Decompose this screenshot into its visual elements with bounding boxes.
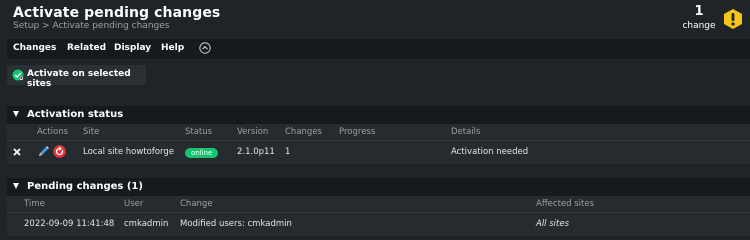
chevron-up-icon[interactable]	[199, 42, 211, 54]
column-site: Site	[83, 127, 100, 137]
change-user: cmkadmin	[124, 219, 169, 229]
collapse-triangle-icon[interactable]	[13, 183, 19, 189]
site-changes-count: 1	[285, 147, 291, 157]
header-separator	[7, 140, 750, 141]
edit-pencil-icon[interactable]	[37, 145, 50, 158]
column-progress: Progress	[339, 127, 376, 137]
menu-changes[interactable]: Changes	[13, 43, 56, 53]
collapse-triangle-icon[interactable]	[13, 111, 19, 117]
site-version: 2.1.0p11	[237, 147, 275, 157]
change-time: 2022-09-09 11:41:48	[24, 219, 115, 229]
activation-status-title: Activation status	[27, 109, 124, 120]
activate-icon	[12, 69, 24, 81]
menu-display[interactable]: Display	[114, 43, 151, 53]
column-status: Status	[185, 127, 213, 137]
page-title: Activate pending changes	[13, 5, 221, 21]
column-details: Details	[451, 127, 481, 137]
change-description: Modified users: cmkadmin	[180, 219, 292, 229]
activation-status-header[interactable]: Activation status	[7, 106, 750, 124]
breadcrumb[interactable]: Setup > Activate pending changes	[13, 21, 169, 31]
activation-status-table	[7, 124, 750, 164]
pending-change-label[interactable]: change	[680, 21, 718, 31]
title-bar: Activate pending changes Setup > Activat…	[0, 0, 750, 38]
menu-help[interactable]: Help	[161, 43, 184, 53]
menu-related[interactable]: Related	[67, 43, 106, 53]
column-user: User	[124, 199, 144, 209]
site-name: Local site howtoforge	[83, 147, 175, 157]
column-time: Time	[24, 199, 45, 209]
column-version: Version	[237, 127, 269, 137]
column-change: Change	[180, 199, 213, 209]
activate-selected-sites-button[interactable]: Activate on selected sites	[7, 65, 146, 89]
pending-changes-title: Pending changes (1)	[27, 181, 143, 192]
close-icon[interactable]	[12, 147, 22, 157]
menu-bar: Changes Related Display Help	[7, 39, 750, 59]
pending-changes-table	[7, 196, 750, 236]
column-changes: Changes	[285, 127, 322, 137]
activate-selected-sites-label: Activate on selected sites	[27, 69, 131, 89]
status-badge: online	[185, 148, 219, 158]
header-separator	[7, 212, 750, 213]
site-details: Activation needed	[451, 147, 529, 157]
restart-icon[interactable]	[53, 145, 66, 158]
warning-icon[interactable]	[722, 8, 744, 30]
column-actions: Actions	[37, 127, 69, 137]
column-affected-sites: Affected sites	[536, 199, 595, 209]
change-affected-sites: All sites	[536, 219, 570, 229]
pending-change-count[interactable]: 1	[684, 4, 714, 19]
pending-changes-header[interactable]: Pending changes (1)	[7, 178, 750, 196]
